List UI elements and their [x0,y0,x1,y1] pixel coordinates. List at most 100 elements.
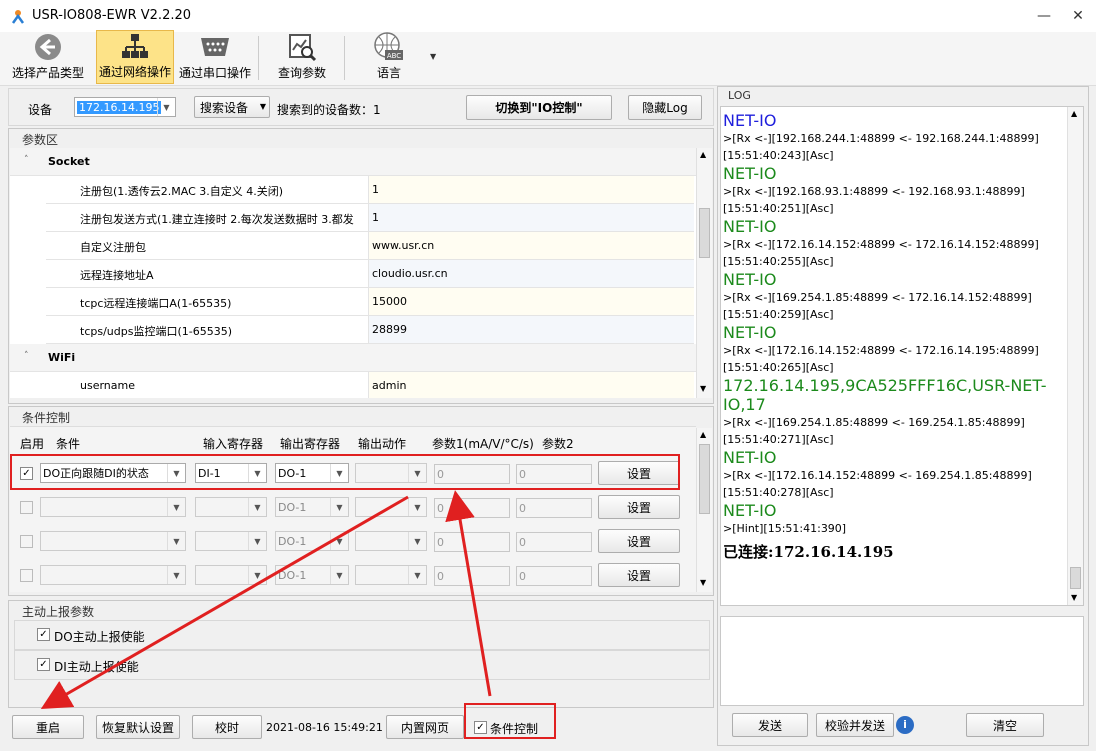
di-report-checkbox[interactable]: ✓ [37,658,50,671]
output-action-select[interactable]: ▼ [355,565,427,585]
language-button[interactable]: ABC 语言 [360,30,418,84]
param1-input[interactable]: 0 [434,498,510,518]
found-devices-label: 搜索到的设备数：1 [277,103,381,117]
condition-scrollbar[interactable]: ▲ ▼ [696,428,712,592]
toolbar-divider [344,36,345,80]
group-header-wifi[interactable]: ˄ WiFi [10,344,696,372]
param-row[interactable]: 注册包发送方式(1.建立连接时 2.每次发送数据时 3.都发 1 [46,204,694,232]
scroll-up-icon[interactable]: ▲ [1071,109,1077,118]
restore-defaults-button[interactable]: 恢复默认设置 [96,715,180,739]
enable-checkbox[interactable] [20,501,33,514]
chevron-down-icon: ▼ [408,532,426,550]
enable-checkbox[interactable] [20,569,33,582]
param2-input[interactable]: 0 [516,566,592,586]
network-icon [119,31,151,61]
param1-input[interactable]: 0 [434,532,510,552]
scroll-up-icon[interactable]: ▲ [700,430,706,439]
log-line: [15:51:40:255][Asc] [723,255,834,268]
scroll-up-icon[interactable]: ▲ [700,150,706,159]
scroll-down-icon[interactable]: ▼ [700,384,706,393]
do-report-checkbox[interactable]: ✓ [37,628,50,641]
language-dropdown-icon[interactable]: ▼ [430,52,436,61]
output-register-select[interactable]: DO-1 ▼ [275,531,349,551]
chevron-down-icon: ▼ [248,498,266,516]
calibrate-time-button[interactable]: 校时 [192,715,262,739]
chevron-down-icon: ▼ [248,532,266,550]
info-icon[interactable]: i [896,716,914,734]
param2-input[interactable]: 0 [516,498,592,518]
param-row[interactable]: 自定义注册包 www.usr.cn [46,232,694,260]
scroll-down-icon[interactable]: ▼ [700,578,706,587]
query-params-button[interactable]: 查询参数 [270,30,334,84]
group-header-socket[interactable]: ˄ Socket [10,148,696,176]
input-register-select[interactable]: ▼ [195,565,267,585]
param-row[interactable]: username admin [46,372,694,398]
col-header: 输出动作 [358,437,407,451]
col-header: 参数2 [542,437,574,451]
log-output[interactable]: NET-IO >[Rx <-][192.168.244.1:48899 <- 1… [720,106,1084,606]
param-row[interactable]: 注册包(1.透传云2.MAC 3.自定义 4.关闭) 1 [46,176,694,204]
scroll-thumb[interactable] [699,444,710,514]
toolbar-label: 通过网络操作 [98,65,171,79]
set-button[interactable]: 设置 [598,495,680,519]
app-logo-icon [11,10,25,24]
input-register-select[interactable]: ▼ [195,531,267,551]
restart-button[interactable]: 重启 [12,715,84,739]
select-product-type-button[interactable]: 选择产品类型 [10,30,86,84]
chevron-down-icon: ▼ [408,566,426,584]
output-register-select[interactable]: DO-1 ▼ [275,565,349,585]
clear-button[interactable]: 清空 [966,713,1044,737]
log-entry-head: NET-IO [723,217,777,236]
chevron-down-icon: ▼ [330,498,348,516]
back-arrow-icon [32,32,64,62]
condition-select[interactable]: ▼ [40,531,186,551]
log-line: [15:51:40:251][Asc] [723,202,834,215]
param1-input[interactable]: 0 [434,566,510,586]
scroll-down-icon[interactable]: ▼ [1071,593,1077,602]
close-icon[interactable]: ✕ [1062,0,1094,32]
hide-log-button[interactable]: 隐藏Log [628,95,702,120]
chevron-down-icon: ▼ [248,566,266,584]
verify-send-button[interactable]: 校验并发送 [816,713,894,737]
param-row[interactable]: tcpc远程连接端口A(1-65535) 15000 [46,288,694,316]
log-line: [15:51:40:259][Asc] [723,308,834,321]
output-action-select[interactable]: ▼ [355,497,427,517]
toolbar-divider [258,36,259,80]
input-register-select[interactable]: ▼ [195,497,267,517]
toolbar-label: 查询参数 [277,66,326,80]
output-action-select[interactable]: ▼ [355,531,427,551]
chevron-down-icon: ▼ [330,532,348,550]
switch-io-control-button[interactable]: 切换到"IO控制" [466,95,612,120]
log-entry-head: NET-IO [723,448,777,467]
output-register-select[interactable]: DO-1 ▼ [275,497,349,517]
log-line: >[Hint][15:51:41:390] [723,522,847,535]
param-row[interactable]: tcps/udps监控端口(1-65535) 28899 [46,316,694,344]
enable-checkbox[interactable] [20,535,33,548]
col-header: 参数1(mA/V/°C/s) [432,437,534,451]
param2-input[interactable]: 0 [516,532,592,552]
send-button[interactable]: 发送 [732,713,808,737]
params-scrollbar[interactable]: ▲ ▼ [696,148,712,398]
serial-operation-button[interactable]: 通过串口操作 [176,30,254,84]
network-operation-button[interactable]: 通过网络操作 [96,30,174,84]
search-device-button[interactable]: 搜索设备 ▼ [194,96,270,118]
condition-select[interactable]: ▼ [40,497,186,517]
di-report-label: DI主动上报使能 [54,660,139,674]
log-line: >[Rx <-][192.168.93.1:48899 <- 192.168.9… [723,185,1025,198]
scroll-thumb[interactable] [1070,567,1081,589]
toolbar-label: 通过串口操作 [178,66,251,80]
device-select[interactable]: 172.16.14.195 ▼ [74,97,176,117]
log-entry-head: NET-IO [723,111,777,130]
scroll-thumb[interactable] [699,208,710,258]
send-input[interactable] [720,616,1084,706]
set-button[interactable]: 设置 [598,563,680,587]
minimize-icon[interactable]: — [1028,0,1060,32]
log-entry-head: NET-IO [723,501,777,520]
log-entry-head: NET-IO [723,270,777,289]
svg-text:ABC: ABC [387,52,401,60]
builtin-web-button[interactable]: 内置网页 [386,715,464,739]
log-scrollbar[interactable]: ▲ ▼ [1067,107,1083,605]
condition-select[interactable]: ▼ [40,565,186,585]
param-row[interactable]: 远程连接地址A cloudio.usr.cn [46,260,694,288]
set-button[interactable]: 设置 [598,529,680,553]
